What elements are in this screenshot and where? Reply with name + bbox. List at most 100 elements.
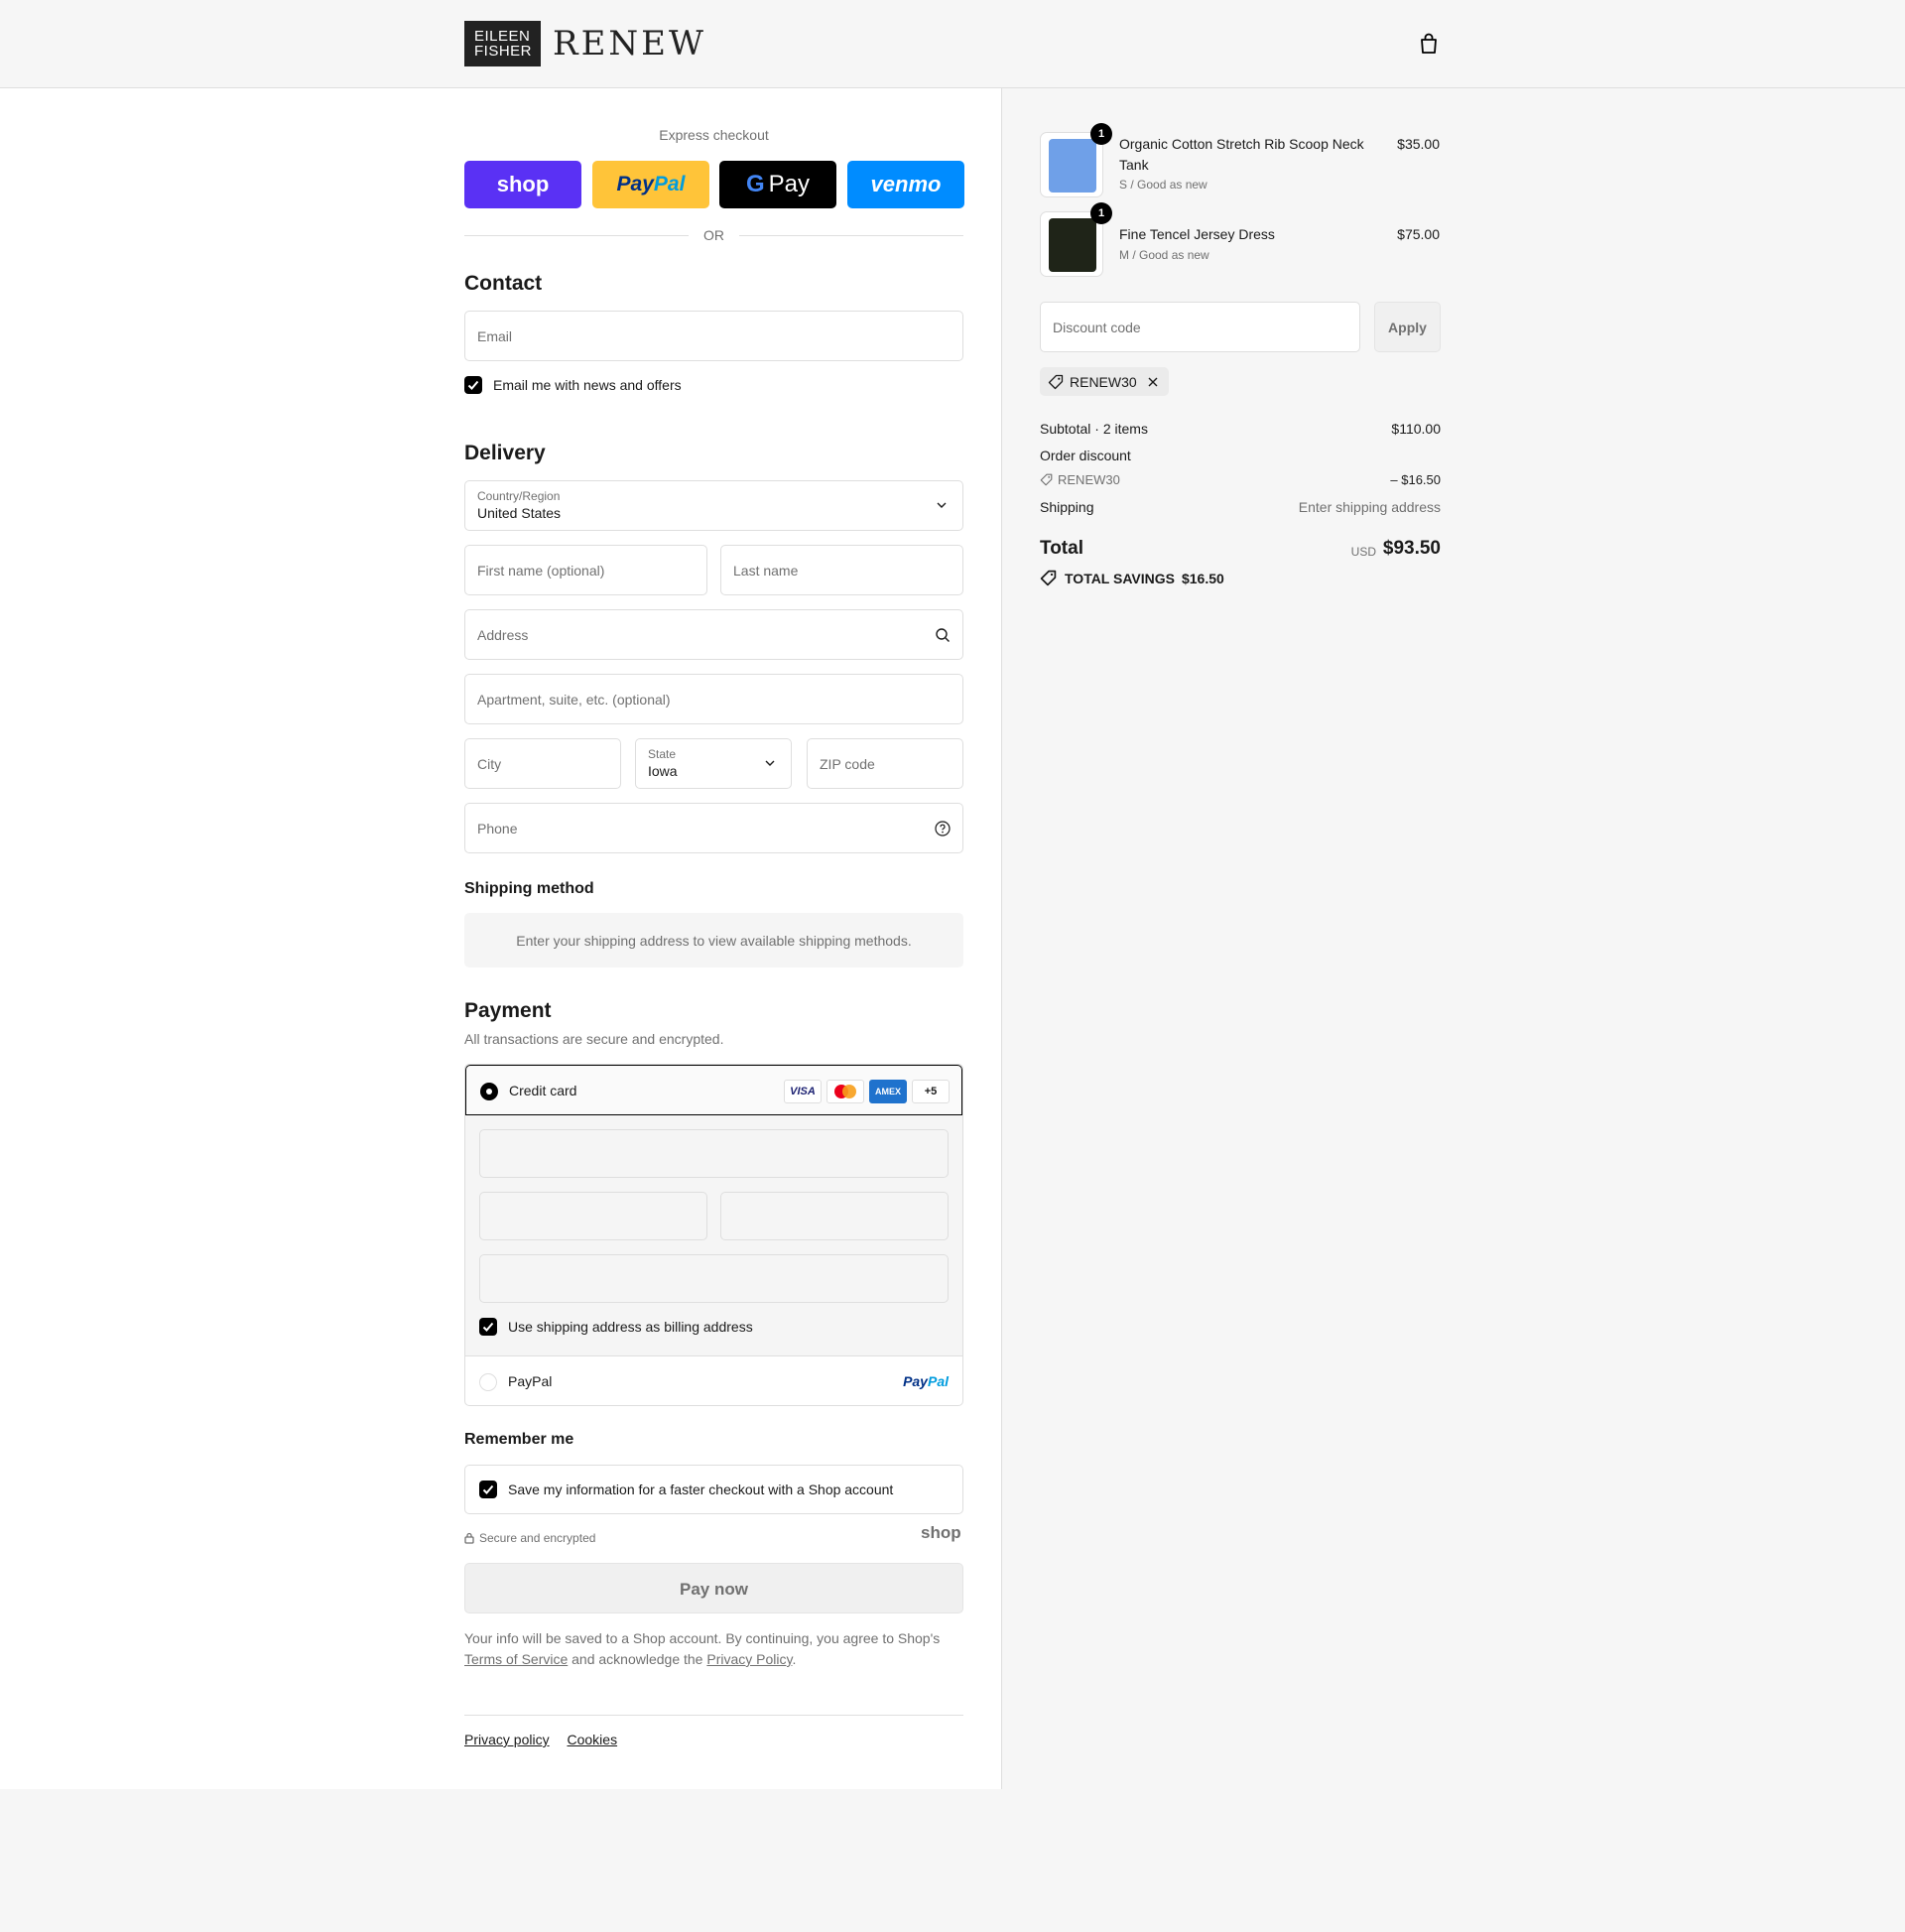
address-placeholder: Address bbox=[477, 627, 529, 643]
billing-same-checkbox[interactable] bbox=[479, 1318, 497, 1336]
legal-text-2: and acknowledge the bbox=[572, 1651, 703, 1667]
tag-icon bbox=[1040, 473, 1053, 486]
search-icon bbox=[936, 628, 950, 642]
footer-privacy-policy-link[interactable]: Privacy policy bbox=[464, 1732, 550, 1747]
venmo-button[interactable]: venmo bbox=[847, 161, 964, 208]
shipping-method-notice: Enter your shipping address to view avai… bbox=[464, 913, 963, 967]
last-name-field[interactable]: Last name bbox=[720, 545, 963, 595]
product-thumbnail: 1 bbox=[1040, 123, 1112, 197]
footer-cookies-link[interactable]: Cookies bbox=[567, 1732, 617, 1747]
save-info-label: Save my information for a faster checkou… bbox=[508, 1481, 894, 1497]
logo-line-1: EILEEN bbox=[474, 28, 531, 45]
privacy-policy-link[interactable]: Privacy Policy bbox=[706, 1651, 792, 1667]
google-pay-label: Pay bbox=[768, 171, 811, 197]
credit-card-radio[interactable] bbox=[480, 1083, 498, 1100]
product-image-dress bbox=[1049, 218, 1096, 272]
apply-discount-button[interactable]: Apply bbox=[1374, 302, 1441, 352]
state-select[interactable]: State Iowa bbox=[635, 738, 792, 789]
shipping-method-heading: Shipping method bbox=[464, 880, 594, 897]
terms-of-service-link[interactable]: Terms of Service bbox=[464, 1651, 568, 1667]
visa-icon: VISA bbox=[784, 1080, 822, 1103]
card-cvv-field[interactable] bbox=[720, 1192, 949, 1240]
payment-heading: Payment bbox=[464, 999, 552, 1022]
checkmark-icon bbox=[467, 380, 479, 390]
checkmark-icon bbox=[482, 1484, 494, 1494]
apartment-placeholder: Apartment, suite, etc. (optional) bbox=[477, 692, 671, 708]
paypal-radio[interactable] bbox=[479, 1373, 497, 1391]
pay-now-button[interactable]: Pay now bbox=[464, 1563, 963, 1613]
address-field[interactable]: Address bbox=[464, 609, 963, 660]
newsletter-checkbox[interactable] bbox=[464, 376, 482, 394]
google-pay-button[interactable]: G Pay bbox=[719, 161, 836, 208]
logo-line-2: FISHER bbox=[474, 43, 533, 60]
country-value: United States bbox=[477, 505, 562, 521]
total-currency: USD bbox=[1350, 545, 1376, 559]
discount-code-field[interactable]: Discount code bbox=[1040, 302, 1360, 352]
shopping-bag-icon[interactable] bbox=[1419, 33, 1439, 55]
more-cards-badge: +5 bbox=[912, 1080, 950, 1103]
tag-icon bbox=[1048, 374, 1064, 389]
chevron-down-icon bbox=[937, 502, 947, 508]
apartment-field[interactable]: Apartment, suite, etc. (optional) bbox=[464, 674, 963, 724]
discount-code-tag: RENEW30 bbox=[1040, 472, 1120, 487]
product-variant: S / Good as new bbox=[1119, 178, 1207, 192]
quantity-badge: 1 bbox=[1090, 202, 1112, 224]
brand-logo[interactable]: EILEEN FISHER RENEW bbox=[464, 21, 706, 66]
paypal-option[interactable]: PayPal PayPal bbox=[465, 1356, 962, 1405]
paypal-option-label: PayPal bbox=[508, 1373, 553, 1389]
savings-value: $16.50 bbox=[1181, 570, 1224, 586]
first-name-placeholder: First name (optional) bbox=[477, 563, 605, 579]
subtotal-value: $110.00 bbox=[1391, 421, 1441, 437]
card-number-field[interactable] bbox=[479, 1129, 949, 1178]
city-placeholder: City bbox=[477, 756, 502, 772]
country-select[interactable]: Country/Region United States bbox=[464, 480, 963, 531]
contact-heading: Contact bbox=[464, 272, 543, 295]
applied-discount-chip: RENEW30 bbox=[1040, 367, 1169, 396]
first-name-field[interactable]: First name (optional) bbox=[464, 545, 707, 595]
zip-placeholder: ZIP code bbox=[820, 756, 875, 772]
remember-me-option[interactable]: Save my information for a faster checkou… bbox=[464, 1465, 963, 1514]
logo-mark: EILEEN FISHER bbox=[464, 21, 541, 66]
lock-icon bbox=[464, 1532, 474, 1544]
zip-field[interactable]: ZIP code bbox=[807, 738, 963, 789]
paypal-express-button[interactable]: Pay Pal bbox=[592, 161, 709, 208]
payment-subtitle: All transactions are secure and encrypte… bbox=[464, 1031, 724, 1047]
phone-field[interactable]: Phone bbox=[464, 803, 963, 853]
card-name-field[interactable] bbox=[479, 1254, 949, 1303]
mastercard-icon bbox=[826, 1080, 864, 1103]
billing-same-label: Use shipping address as billing address bbox=[508, 1319, 753, 1335]
shipping-row: Shipping Enter shipping address bbox=[1040, 499, 1441, 515]
phone-placeholder: Phone bbox=[477, 821, 518, 837]
newsletter-label: Email me with news and offers bbox=[493, 377, 682, 393]
credit-card-label: Credit card bbox=[509, 1083, 577, 1098]
subtotal-row: Subtotal · 2 items $110.00 bbox=[1040, 421, 1441, 437]
chevron-down-icon bbox=[765, 760, 775, 766]
help-circle-icon[interactable] bbox=[935, 821, 951, 837]
total-label: Total bbox=[1040, 538, 1083, 559]
or-text: OR bbox=[703, 227, 724, 243]
savings-label: TOTAL SAVINGS bbox=[1065, 570, 1175, 586]
save-info-checkbox[interactable] bbox=[479, 1481, 497, 1498]
shop-pay-button[interactable]: shop bbox=[464, 161, 581, 208]
subtotal-label: Subtotal · 2 items bbox=[1040, 421, 1148, 437]
credit-card-option[interactable]: Credit card VISA AMEX +5 bbox=[465, 1065, 962, 1115]
applied-code-label: RENEW30 bbox=[1070, 373, 1137, 390]
secure-text: Secure and encrypted bbox=[479, 1531, 596, 1545]
email-field[interactable]: Email bbox=[464, 311, 963, 361]
discount-code-label: RENEW30 bbox=[1058, 472, 1120, 487]
state-label: State bbox=[648, 747, 677, 761]
close-icon[interactable] bbox=[1147, 376, 1159, 388]
order-discount-row: Order discount bbox=[1040, 448, 1441, 463]
product-price: $35.00 bbox=[1397, 136, 1440, 152]
tag-icon bbox=[1040, 570, 1057, 586]
card-expiry-field[interactable] bbox=[479, 1192, 707, 1240]
shipping-value: Enter shipping address bbox=[1298, 499, 1441, 515]
remember-me-heading: Remember me bbox=[464, 1431, 574, 1448]
payment-methods: Credit card VISA AMEX +5 Use shipping ad… bbox=[464, 1064, 963, 1406]
total-savings: TOTAL SAVINGS $16.50 bbox=[1040, 570, 1224, 586]
checkmark-icon bbox=[482, 1322, 494, 1332]
paypal-logo: PayPal bbox=[903, 1373, 949, 1389]
shop-logo: shop bbox=[921, 1523, 961, 1542]
discount-placeholder: Discount code bbox=[1053, 320, 1141, 335]
city-field[interactable]: City bbox=[464, 738, 621, 789]
